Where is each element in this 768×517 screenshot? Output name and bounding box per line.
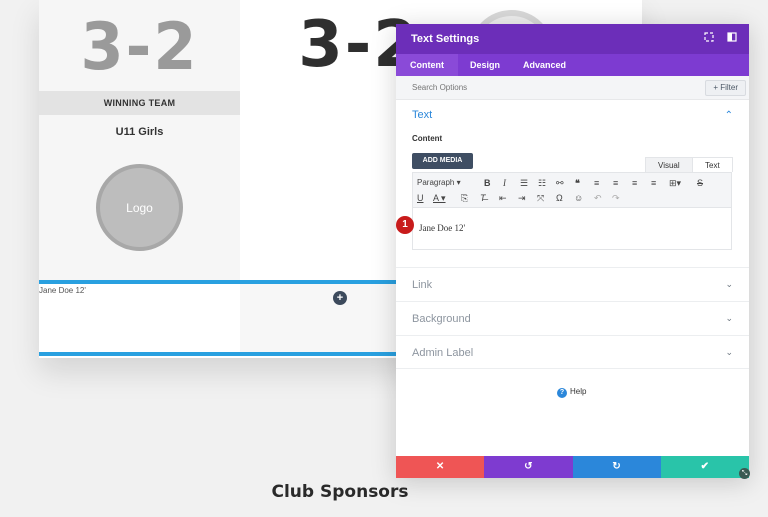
text-editor[interactable]: Jane Doe 12' (412, 208, 732, 250)
winning-team-label: WINNING TEAM (39, 91, 240, 115)
step-badge: 1 (396, 216, 414, 234)
score-left: 3-2 (80, 8, 199, 85)
tab-content[interactable]: Content (396, 54, 458, 76)
search-bar: + Filter (396, 76, 749, 100)
section-admin-label[interactable]: Admin Label ⌄ (396, 335, 749, 369)
special-char-icon[interactable]: Ω (556, 192, 563, 204)
section-label-admin: Admin Label (412, 347, 474, 359)
logo-label: Logo (126, 200, 153, 215)
help-label: Help (570, 387, 587, 396)
modal-title: Text Settings (411, 33, 480, 45)
fullscreen-icon[interactable] (703, 32, 715, 44)
text-tab[interactable]: Text (692, 157, 733, 172)
text-section-heading[interactable]: Text (412, 109, 432, 121)
align-justify-icon[interactable]: ≡ (651, 177, 656, 189)
paragraph-select-label: Paragraph (417, 178, 455, 187)
content-label: Content (412, 134, 443, 143)
paste-text-icon[interactable]: ⎘ (461, 192, 468, 204)
modal-footer: ✕ ↺ ↻ ✔ (396, 456, 749, 478)
text-module-preview[interactable]: Jane Doe 12' (39, 286, 86, 295)
filter-button[interactable]: + Filter (705, 80, 746, 96)
section-link[interactable]: Link ⌄ (396, 267, 749, 301)
resize-handle-icon[interactable]: ⤡ (739, 468, 750, 479)
underline-icon[interactable]: U (417, 192, 424, 204)
fullscreen-editor-icon[interactable]: ⤧ (537, 192, 544, 204)
team-logo: Logo (96, 164, 183, 251)
text-settings-modal: Text Settings Content Design Advanced + … (396, 24, 749, 478)
paragraph-select[interactable]: Paragraph ▾ (417, 177, 461, 189)
save-button[interactable]: ✔ (660, 456, 749, 478)
strikethrough-icon[interactable]: S (697, 177, 703, 189)
chevron-down-icon: ⌄ (725, 313, 733, 323)
chevron-down-icon: ⌄ (725, 279, 733, 289)
club-sponsors-heading: Club Sponsors (271, 482, 409, 502)
help-link[interactable]: ? Help (557, 387, 586, 398)
outdent-icon[interactable]: ⇤ (499, 192, 507, 204)
align-right-icon[interactable]: ≡ (632, 177, 637, 189)
undo-button[interactable]: ↺ (484, 456, 573, 478)
editor-content[interactable]: Jane Doe 12' (419, 223, 465, 233)
chevron-up-icon[interactable]: ⌃ (725, 110, 733, 121)
align-center-icon[interactable]: ≡ (613, 177, 618, 189)
align-left-icon[interactable]: ≡ (594, 177, 599, 189)
indent-icon[interactable]: ⇥ (518, 192, 526, 204)
redo-icon[interactable]: ↷ (612, 192, 620, 204)
numbered-list-icon[interactable]: ☷ (538, 177, 546, 189)
modal-header[interactable]: Text Settings (396, 24, 749, 54)
clear-formatting-icon[interactable]: T̶ (480, 192, 486, 204)
emoji-icon[interactable]: ☺ (574, 192, 583, 204)
link-icon[interactable]: ⚯ (556, 177, 564, 189)
help-icon: ? (557, 388, 567, 398)
tab-advanced[interactable]: Advanced (509, 54, 580, 76)
section-label-background: Background (412, 313, 471, 325)
blockquote-icon[interactable]: ❝ (575, 177, 580, 189)
italic-icon[interactable]: I (503, 177, 506, 189)
bold-icon[interactable]: B (484, 177, 491, 189)
bullet-list-icon[interactable]: ☰ (520, 177, 528, 189)
undo-icon[interactable]: ↶ (594, 192, 602, 204)
section-label-link: Link (412, 279, 433, 291)
table-icon[interactable]: ⊞▾ (669, 177, 681, 189)
editor-toolbar: Paragraph ▾ B I ☰ ☷ ⚯ ❝ ≡ ≡ ≡ ≡ ⊞▾ S U A… (412, 172, 732, 208)
add-media-button[interactable]: ADD MEDIA (412, 153, 473, 169)
sidebar-toggle-icon[interactable] (726, 32, 738, 44)
add-module-button[interactable]: + (333, 291, 347, 305)
visual-tab[interactable]: Visual (645, 157, 693, 172)
cancel-button[interactable]: ✕ (396, 456, 485, 478)
search-input[interactable] (412, 83, 612, 92)
tab-design[interactable]: Design (456, 54, 514, 76)
chevron-down-icon: ⌄ (725, 347, 733, 357)
text-color-icon[interactable]: A ▾ (433, 192, 446, 204)
modal-tabs: Content Design Advanced (396, 54, 749, 76)
team-name: U11 Girls (115, 126, 164, 138)
section-background[interactable]: Background ⌄ (396, 301, 749, 335)
redo-button[interactable]: ↻ (572, 456, 661, 478)
